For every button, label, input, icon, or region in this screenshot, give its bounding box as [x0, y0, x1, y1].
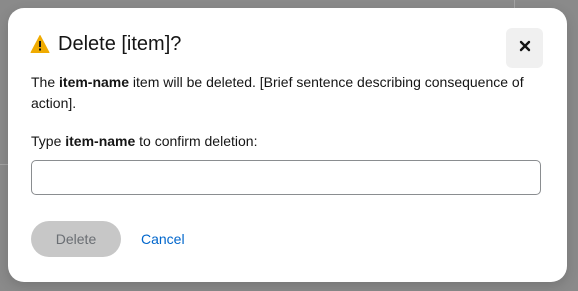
modal-header: Delete [item]?	[30, 32, 181, 56]
warning-icon	[30, 34, 50, 54]
close-button[interactable]	[506, 28, 543, 68]
delete-button[interactable]: Delete	[31, 221, 121, 257]
description-item-name: item-name	[59, 74, 130, 90]
close-icon	[519, 39, 531, 57]
cancel-button[interactable]: Cancel	[137, 231, 189, 247]
confirm-input[interactable]	[31, 160, 541, 195]
confirm-label: Type item-name to confirm deletion:	[31, 131, 257, 152]
modal-description: The item-name item will be deleted. [Bri…	[31, 72, 541, 114]
confirm-suffix: to confirm deletion:	[135, 133, 258, 149]
modal-title: Delete [item]?	[58, 33, 182, 55]
confirm-prefix: Type	[31, 133, 66, 149]
confirm-item-name: item-name	[65, 133, 136, 149]
backdrop-divider-vertical	[514, 0, 515, 8]
delete-modal: Delete [item]? The item-name item will b…	[8, 8, 567, 282]
description-prefix: The	[31, 74, 60, 90]
modal-footer: Delete Cancel	[31, 221, 189, 257]
